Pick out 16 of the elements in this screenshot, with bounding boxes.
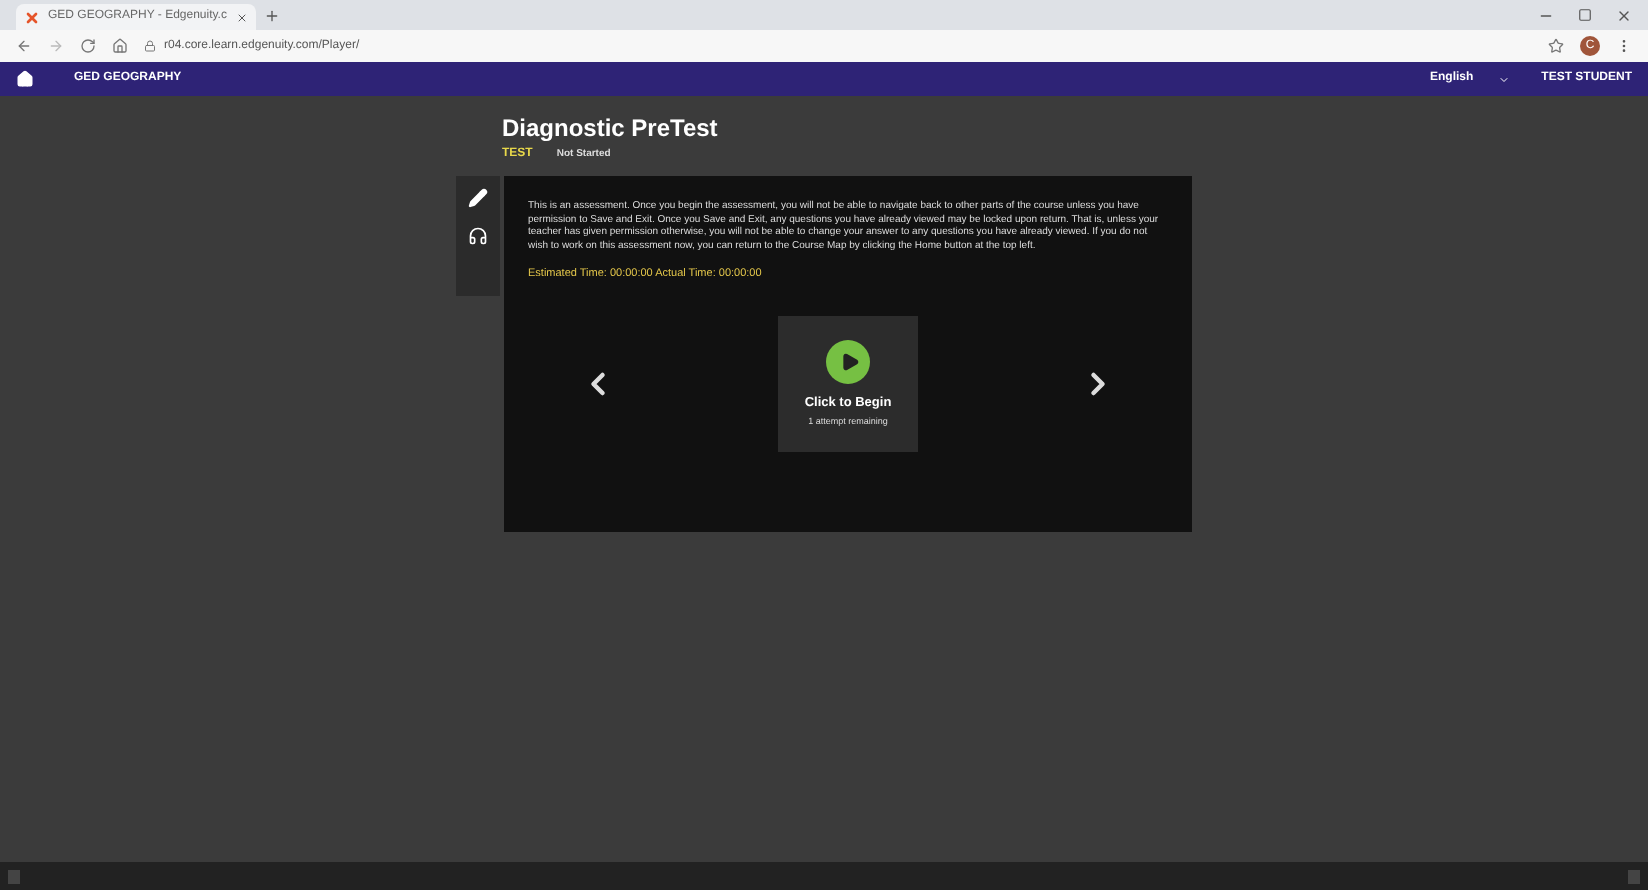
play-icon: [826, 340, 870, 384]
close-tab-icon[interactable]: [236, 11, 248, 23]
home-icon[interactable]: [112, 38, 128, 54]
reload-icon[interactable]: [80, 38, 96, 54]
home-button-icon[interactable]: [16, 70, 34, 88]
activity-title: Diagnostic PreTest: [502, 114, 720, 142]
back-icon[interactable]: [16, 38, 32, 54]
close-window-icon[interactable]: [1616, 8, 1632, 24]
new-tab-icon[interactable]: [264, 8, 280, 24]
caret-icon: [1497, 73, 1510, 85]
pencil-icon[interactable]: [468, 188, 488, 208]
bookmark-star-icon[interactable]: [1548, 38, 1564, 54]
lock-icon: [144, 40, 156, 52]
site-logo-icon: [24, 9, 40, 25]
maximize-icon[interactable]: [1578, 8, 1592, 22]
headphones-icon[interactable]: [468, 226, 488, 246]
